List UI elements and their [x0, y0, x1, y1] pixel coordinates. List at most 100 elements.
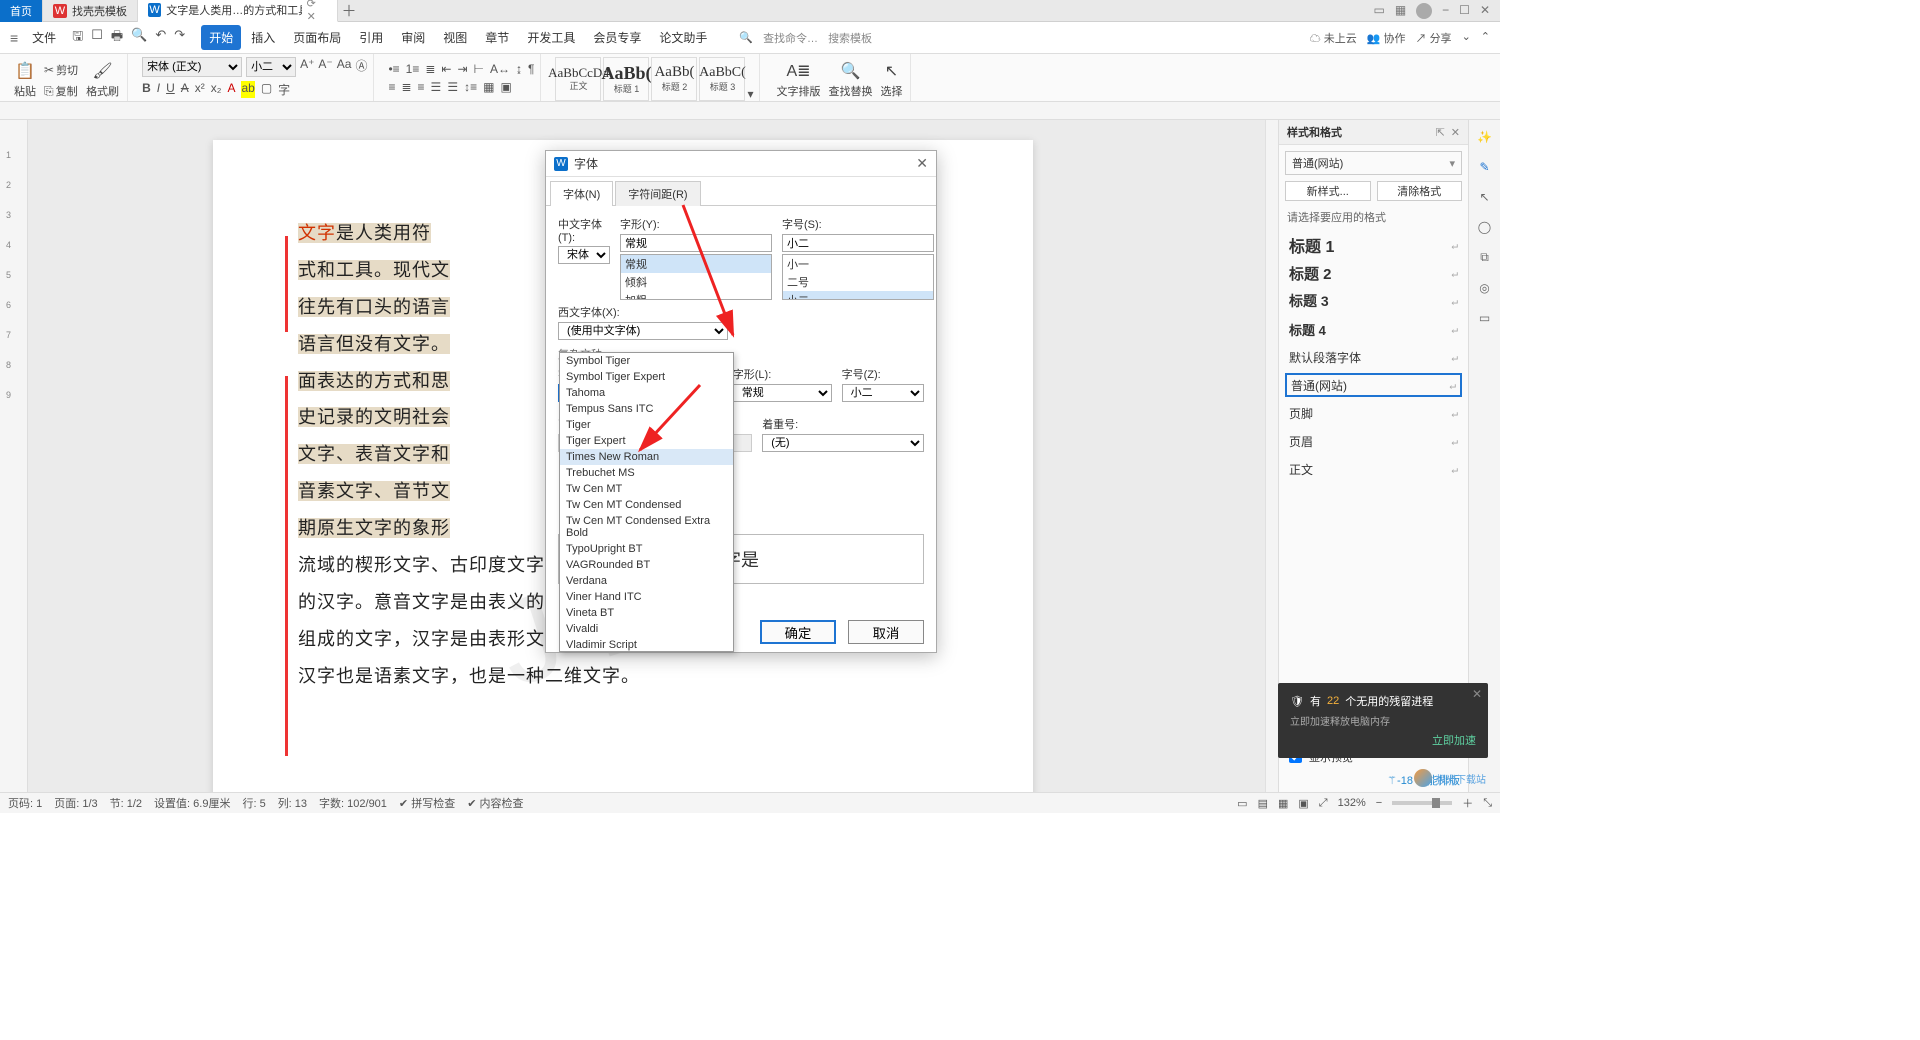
- redo-icon[interactable]: ↷: [174, 27, 185, 49]
- new-tab-button[interactable]: ＋: [338, 0, 360, 21]
- font-option[interactable]: Tw Cen MT: [560, 481, 733, 497]
- cloud-status[interactable]: ☁ 未上云: [1310, 30, 1357, 46]
- zoom-out-icon[interactable]: −: [1376, 797, 1382, 809]
- side-loc-icon[interactable]: ◎: [1479, 281, 1489, 295]
- ribbon-tab-paper[interactable]: 论文助手: [651, 25, 715, 50]
- styles-more-icon[interactable]: ▾: [747, 87, 753, 101]
- style-item[interactable]: 普通(网站)↵: [1285, 373, 1462, 397]
- zoom-fit-icon[interactable]: ⤢: [1319, 797, 1328, 810]
- copy-button[interactable]: ⎘复制: [42, 81, 80, 101]
- share-button[interactable]: ↗ 分享: [1416, 30, 1452, 46]
- font-option[interactable]: Vladimir Script: [560, 637, 733, 652]
- clear-format-button[interactable]: 清除格式: [1377, 181, 1463, 201]
- side-ai-icon[interactable]: ✨: [1477, 130, 1492, 144]
- font-option[interactable]: Trebuchet MS: [560, 465, 733, 481]
- italic-icon[interactable]: I: [157, 81, 160, 98]
- collapse-ribbon-icon[interactable]: ⌄: [1462, 30, 1471, 46]
- status-words[interactable]: 字数: 102/901: [319, 795, 387, 811]
- bold-icon[interactable]: B: [142, 81, 151, 98]
- ribbon-tab-start[interactable]: 开始: [201, 25, 241, 50]
- status-pages[interactable]: 页面: 1/3: [54, 795, 97, 811]
- save-icon[interactable]: 🖫: [72, 27, 83, 49]
- text-layout-button[interactable]: A≣文字排版: [774, 59, 822, 101]
- avatar-icon[interactable]: [1416, 3, 1432, 19]
- ribbon-tab-chapter[interactable]: 章节: [477, 25, 517, 50]
- style-normal[interactable]: AaBbCcDd正文: [555, 57, 601, 101]
- tab-document[interactable]: W 文字是人类用…的方式和工具 ⟳ ✕: [138, 0, 338, 22]
- layout-icon[interactable]: ▭: [1373, 3, 1384, 19]
- indent-dec-icon[interactable]: ⇤: [441, 62, 451, 76]
- side-select-icon[interactable]: ↖: [1479, 190, 1489, 204]
- style-item[interactable]: 默认段落字体↵: [1285, 345, 1462, 369]
- status-content[interactable]: ✔ 内容检查: [467, 795, 523, 811]
- dialog-close-icon[interactable]: ✕: [916, 155, 928, 172]
- sort-icon[interactable]: ↨: [516, 62, 522, 76]
- style-item[interactable]: 标题 3↵: [1285, 289, 1462, 313]
- maximize-icon[interactable]: ☐: [1459, 3, 1470, 19]
- multilevel-icon[interactable]: ≣: [425, 62, 435, 76]
- line-spacing-icon[interactable]: ↕≡: [464, 80, 477, 94]
- ribbon-tab-ref[interactable]: 引用: [351, 25, 391, 50]
- status-section[interactable]: 节: 1/2: [110, 795, 142, 811]
- view-web-icon[interactable]: ▦: [1278, 797, 1288, 810]
- style-item[interactable]: 页脚↵: [1285, 401, 1462, 425]
- char-border-icon[interactable]: ▢: [261, 81, 272, 98]
- complex-style-select[interactable]: 常规: [733, 384, 832, 402]
- paste-button[interactable]: 📋粘贴: [12, 59, 38, 101]
- system-notification[interactable]: ✕ 🛡 有 22 个无用的残留进程 立即加速释放电脑内存 立即加速: [1278, 683, 1488, 758]
- coop-button[interactable]: 👥 协作: [1367, 30, 1406, 46]
- preview-icon[interactable]: 🔍: [131, 27, 147, 49]
- status-page[interactable]: 页码: 1: [8, 795, 42, 811]
- change-case-icon[interactable]: Aa: [337, 57, 352, 77]
- bullets-icon[interactable]: •≡: [388, 62, 399, 76]
- indent-inc-icon[interactable]: ⇥: [457, 62, 467, 76]
- style-h2[interactable]: AaBb(标题 2: [651, 57, 697, 101]
- ok-button[interactable]: 确定: [760, 620, 836, 644]
- select-button[interactable]: ↖选择: [878, 59, 904, 101]
- style-item[interactable]: 标题 4↵: [1285, 317, 1462, 341]
- size-input[interactable]: [782, 234, 934, 252]
- clear-format-icon[interactable]: Ⓐ: [355, 57, 367, 77]
- print-icon[interactable]: 🖶: [111, 27, 123, 49]
- new-style-button[interactable]: 新样式...: [1285, 181, 1371, 201]
- side-link-icon[interactable]: ⧉: [1480, 250, 1489, 265]
- font-option[interactable]: Verdana: [560, 573, 733, 589]
- hamburger-icon[interactable]: ≡: [6, 30, 22, 46]
- status-spell[interactable]: ✔ 拼写检查: [399, 795, 455, 811]
- ribbon-tab-view[interactable]: 视图: [435, 25, 475, 50]
- align-left-icon[interactable]: ≡: [388, 80, 395, 94]
- menu-search[interactable]: 🔍 查找命令… 搜索模板: [739, 30, 872, 46]
- fullscreen-icon[interactable]: ⤡: [1483, 797, 1492, 810]
- complex-size-select[interactable]: 小二: [842, 384, 924, 402]
- ribbon-tab-review[interactable]: 审阅: [393, 25, 433, 50]
- font-family-select[interactable]: 宋体 (正文): [142, 57, 242, 77]
- search-template-link[interactable]: 搜索模板: [828, 30, 872, 46]
- showmarks-icon[interactable]: ¶: [528, 62, 534, 76]
- underline-icon[interactable]: U: [166, 81, 175, 98]
- minimize-icon[interactable]: −: [1442, 3, 1449, 19]
- side-shape-icon[interactable]: ◯: [1478, 220, 1491, 234]
- font-option[interactable]: Viner Hand ITC: [560, 589, 733, 605]
- view-outline-icon[interactable]: ▣: [1298, 797, 1308, 810]
- dialog-tab-font[interactable]: 字体(N): [550, 181, 613, 206]
- style-item[interactable]: 正文↵: [1285, 457, 1462, 481]
- cancel-button[interactable]: 取消: [848, 620, 924, 644]
- border-icon[interactable]: ▣: [500, 80, 511, 94]
- style-h3[interactable]: AaBbC(标题 3: [699, 57, 745, 101]
- grid-icon[interactable]: ▦: [1395, 3, 1406, 19]
- highlight-icon[interactable]: ab: [241, 81, 254, 98]
- side-style-icon[interactable]: ✎: [1479, 160, 1489, 174]
- tab-home[interactable]: 首页: [0, 0, 43, 22]
- zoom-slider[interactable]: [1392, 801, 1452, 805]
- view-read-icon[interactable]: ▭: [1237, 797, 1247, 810]
- notif-action-link[interactable]: 立即加速: [1432, 732, 1476, 748]
- ribbon-tab-layout[interactable]: 页面布局: [285, 25, 349, 50]
- ribbon-tab-insert[interactable]: 插入: [243, 25, 283, 50]
- notif-close-icon[interactable]: ✕: [1472, 687, 1482, 701]
- panel-close-icon[interactable]: ✕: [1451, 126, 1460, 139]
- alignx-icon[interactable]: A↔: [490, 62, 510, 76]
- current-style-select[interactable]: 普通(网站)▾: [1285, 151, 1462, 175]
- size-list[interactable]: 小一 二号 小二: [782, 254, 934, 300]
- style-item[interactable]: 标题 2↵: [1285, 261, 1462, 285]
- ribbon-tab-dev[interactable]: 开发工具: [519, 25, 583, 50]
